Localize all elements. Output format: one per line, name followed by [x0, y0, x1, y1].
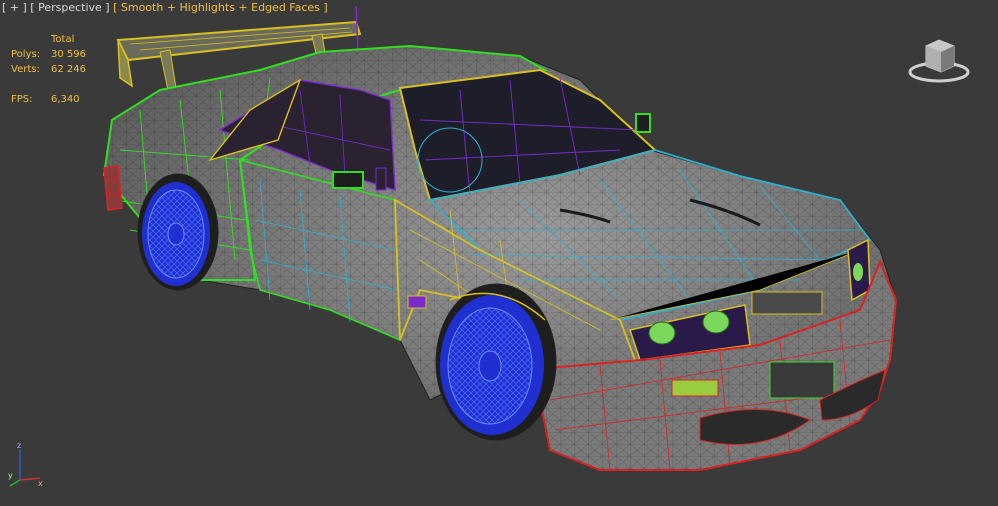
stats-total-header: Total: [51, 34, 75, 45]
fps-value: 6,340: [51, 94, 80, 105]
statistics-overlay: Total Polys: 30 596 Verts: 62 246 FPS: 6,34…: [11, 32, 111, 107]
viewport-plus-menu[interactable]: [ + ]: [2, 1, 27, 14]
axis-y-label: y: [8, 471, 13, 480]
viewport-shading-menu[interactable]: [ Smooth + Highlights + Edged Faces ]: [113, 1, 328, 14]
axis-tripod-icon: z x y: [8, 441, 43, 488]
verts-value: 62 246: [51, 64, 86, 75]
fps-label: FPS:: [11, 94, 33, 105]
viewport-label-menu[interactable]: [ + ] [ Perspective ] [ Smooth + Highlig…: [2, 1, 328, 14]
rear-wheel[interactable]: [137, 173, 219, 291]
car-wireframe-model[interactable]: [0, 0, 998, 506]
viewcube-icon[interactable]: [908, 32, 970, 84]
axis-z-label: z: [17, 441, 21, 450]
axis-x-label: x: [38, 479, 43, 488]
verts-label: Verts:: [11, 64, 40, 75]
polys-value: 30 596: [51, 49, 86, 60]
viewport-view-menu[interactable]: [ Perspective ]: [30, 1, 109, 14]
perspective-viewport[interactable]: [ + ] [ Perspective ] [ Smooth + Highlig…: [0, 0, 998, 506]
polys-label: Polys:: [11, 49, 41, 60]
front-wheel[interactable]: [435, 283, 557, 441]
rear-bumper[interactable]: [103, 165, 123, 211]
